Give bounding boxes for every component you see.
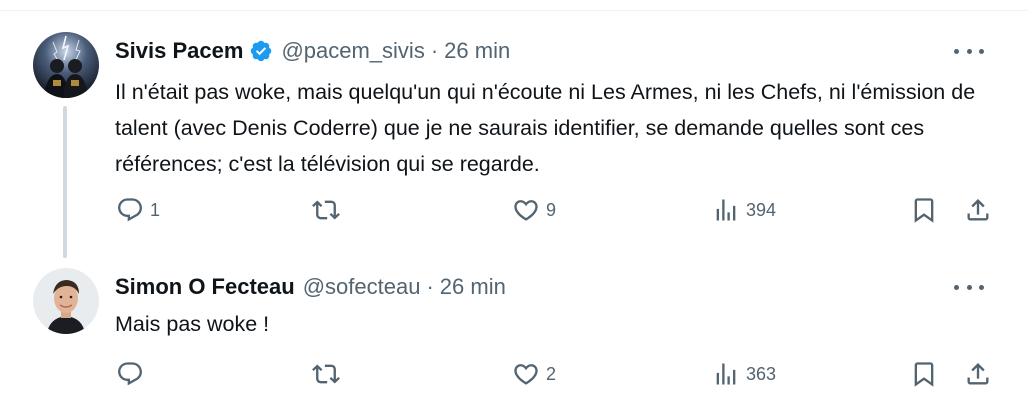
author-handle[interactable]: @pacem_sivis — [281, 38, 424, 64]
retweet-button[interactable] — [312, 358, 346, 390]
views-count: 363 — [746, 363, 777, 384]
share-button[interactable] — [964, 194, 992, 226]
tweet-actions: 1 9 394 — [116, 194, 996, 226]
share-button[interactable] — [964, 358, 992, 390]
reply-icon — [118, 362, 142, 386]
like-icon — [514, 200, 538, 221]
views-button[interactable]: 363 — [712, 358, 776, 390]
tweet-sivis-pacem[interactable]: Sivis Pacem @pacem_sivis · 26 min Il n'é… — [0, 26, 1028, 258]
timestamp[interactable]: 26 min — [444, 38, 510, 64]
share-icon — [967, 363, 989, 385]
retweet-icon — [312, 200, 340, 220]
reply-icon — [118, 198, 142, 222]
more-icon[interactable] — [954, 42, 984, 60]
tweet-text: Mais pas woke ! — [115, 312, 270, 336]
tweet-simon-fecteau[interactable]: Simon O Fecteau @sofecteau · 26 min Mais… — [0, 262, 1028, 410]
thread-line — [63, 106, 67, 258]
like-count: 9 — [546, 199, 557, 220]
views-icon — [716, 199, 736, 221]
tweet-header: Sivis Pacem @pacem_sivis · 26 min — [115, 36, 510, 66]
like-button[interactable]: 2 — [512, 358, 556, 390]
views-icon — [716, 363, 736, 385]
retweet-icon — [312, 364, 340, 384]
reply-button[interactable]: 1 — [116, 194, 160, 226]
timestamp[interactable]: 26 min — [440, 274, 506, 300]
separator-dot: · — [426, 274, 434, 299]
separator-dot: · — [430, 38, 439, 63]
author-handle[interactable]: @sofecteau — [303, 274, 421, 300]
avatar-sivis-pacem[interactable] — [33, 32, 99, 98]
top-divider — [0, 10, 1028, 11]
bookmark-button[interactable] — [910, 358, 938, 390]
more-icon[interactable] — [954, 278, 984, 296]
avatar-simon-fecteau[interactable] — [33, 268, 99, 334]
bookmark-icon — [914, 362, 934, 387]
author-name[interactable]: Sivis Pacem — [115, 38, 243, 64]
tweet-header: Simon O Fecteau @sofecteau · 26 min — [115, 272, 506, 302]
avatar-image — [33, 268, 99, 334]
like-count: 2 — [546, 363, 557, 384]
tweet-text: Il n'était pas woke, mais quelqu'un qui … — [115, 80, 976, 176]
views-button[interactable]: 394 — [712, 194, 776, 226]
views-count: 394 — [746, 199, 777, 220]
share-icon — [967, 199, 989, 221]
bookmark-button[interactable] — [910, 194, 938, 226]
reply-count: 1 — [150, 199, 161, 220]
like-button[interactable]: 9 — [512, 194, 556, 226]
verified-badge-icon[interactable] — [249, 39, 273, 63]
author-name[interactable]: Simon O Fecteau — [115, 274, 295, 300]
reply-button[interactable] — [116, 358, 150, 390]
bookmark-icon — [914, 198, 934, 223]
like-icon — [514, 364, 538, 385]
avatar-image — [33, 32, 99, 98]
tweet-actions: 2 363 — [116, 358, 996, 390]
retweet-button[interactable] — [312, 194, 346, 226]
